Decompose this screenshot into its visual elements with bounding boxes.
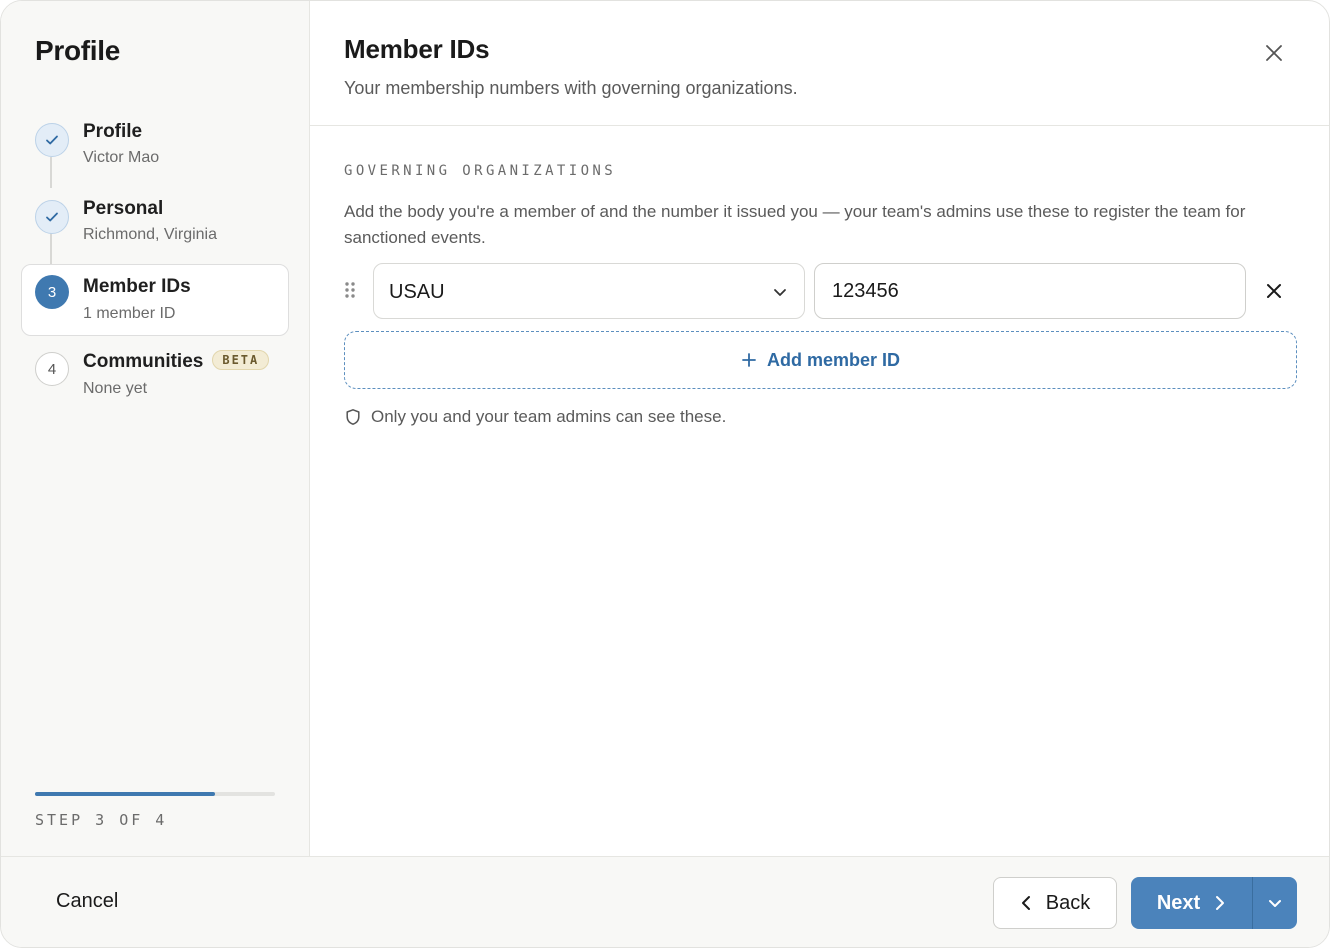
beta-badge: BETA [212,350,270,370]
close-icon [1266,45,1282,61]
sidebar-title: Profile [35,35,121,66]
add-member-id-label: Add member ID [766,349,901,370]
section-description: Add the body you're a member of and the … [344,202,1246,247]
add-member-id-button[interactable]: Add member ID [344,331,1297,389]
shield-icon [344,408,362,426]
organization-select-value: USAU [389,281,445,303]
next-label: Next [1156,891,1201,914]
privacy-note-text: Only you and your team admins can see th… [371,407,727,426]
step-number: 3 [35,275,69,309]
member-id-row: USAU [344,263,1296,319]
organization-select[interactable]: USAU [373,263,805,319]
section-label: GOVERNING ORGANIZATIONS [344,163,617,179]
profile-modal: Profile Profile Victor Mao Personal Rich… [0,0,1330,948]
close-button[interactable] [1258,37,1290,69]
step-profile[interactable]: Profile Victor Mao [21,111,289,183]
check-icon [35,200,69,234]
step-sublabel: Richmond, Virginia [83,226,217,243]
step-label-wrap: Communities BETA [83,350,270,373]
plus-icon [741,352,757,368]
step-label: Profile [83,121,143,142]
step-number: 4 [35,352,69,386]
page-title: Member IDs [344,34,490,64]
remove-row-button[interactable] [1262,279,1286,303]
next-button-group: Next [1131,877,1297,929]
chevron-right-icon [1214,895,1226,911]
close-icon [1267,284,1281,298]
check-icon [35,123,69,157]
step-member-ids[interactable]: 3 Member IDs 1 member ID [21,264,289,336]
progress-bar [35,792,275,796]
main-header: Member IDs Your membership numbers with … [310,1,1329,126]
chevron-down-icon [1269,900,1281,907]
drag-handle-icon[interactable] [344,281,362,301]
step-sublabel: None yet [83,380,148,397]
step-communities[interactable]: 4 Communities BETA None yet [21,340,289,412]
step-personal[interactable]: Personal Richmond, Virginia [21,188,289,260]
cancel-button[interactable]: Cancel [56,890,118,913]
next-options-button[interactable] [1253,877,1297,929]
back-label: Back [1045,891,1091,914]
footer: Cancel Back Next [1,856,1329,947]
progress-bar-fill [35,792,215,796]
chevron-left-icon [1020,895,1032,911]
member-number-input[interactable] [814,263,1246,319]
page-subtitle: Your membership numbers with governing o… [344,78,798,98]
step-label: Member IDs [83,276,191,297]
step-sublabel: 1 member ID [83,305,176,322]
step-label: Communities [83,351,204,372]
chevron-down-icon [772,284,788,305]
step-sublabel: Victor Mao [83,149,160,166]
next-button[interactable]: Next [1131,877,1253,929]
steps-sidebar: Profile Profile Victor Mao Personal Rich… [1,1,310,856]
step-label: Personal [83,198,164,219]
step-counter: STEP 3 OF 4 [35,811,168,829]
back-button[interactable]: Back [993,877,1117,929]
privacy-note: Only you and your team admins can see th… [344,407,726,427]
